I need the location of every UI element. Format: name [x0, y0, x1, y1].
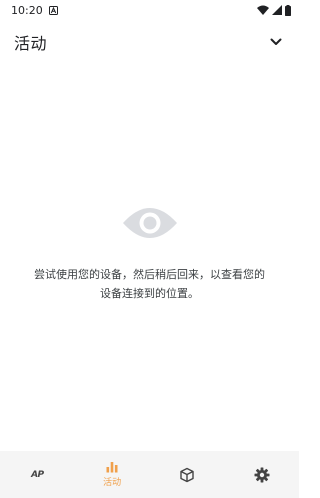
app-bar: 活动	[0, 27, 299, 57]
battery-icon	[285, 4, 291, 16]
nav-item-activity[interactable]: 活动	[75, 451, 150, 498]
cube-icon	[180, 467, 194, 482]
empty-state: 尝试使用您的设备，然后稍后回来，以查看您的设备连接到的位置。	[0, 205, 299, 303]
page-title: 活动	[14, 34, 48, 53]
bar-chart-icon	[106, 462, 118, 473]
notification-a-icon	[48, 5, 58, 15]
bottom-nav: AP 活动	[0, 451, 299, 498]
status-bar: 10:20	[0, 0, 299, 20]
empty-message: 尝试使用您的设备，然后稍后回来，以查看您的设备连接到的位置。	[34, 268, 265, 300]
nav-item-settings[interactable]	[224, 451, 299, 498]
gear-icon	[254, 467, 270, 482]
eye-icon	[122, 208, 177, 238]
nav-item-ap[interactable]: AP	[0, 451, 75, 498]
status-right	[257, 4, 291, 16]
ap-icon: AP	[31, 469, 44, 480]
cellular-icon	[272, 5, 282, 15]
status-left: 10:20	[11, 4, 58, 17]
wifi-icon	[257, 5, 269, 15]
nav-label-activity: 活动	[103, 478, 122, 488]
chevron-down-icon[interactable]	[267, 33, 285, 51]
nav-item-devices[interactable]	[150, 451, 225, 498]
status-time: 10:20	[11, 3, 43, 17]
